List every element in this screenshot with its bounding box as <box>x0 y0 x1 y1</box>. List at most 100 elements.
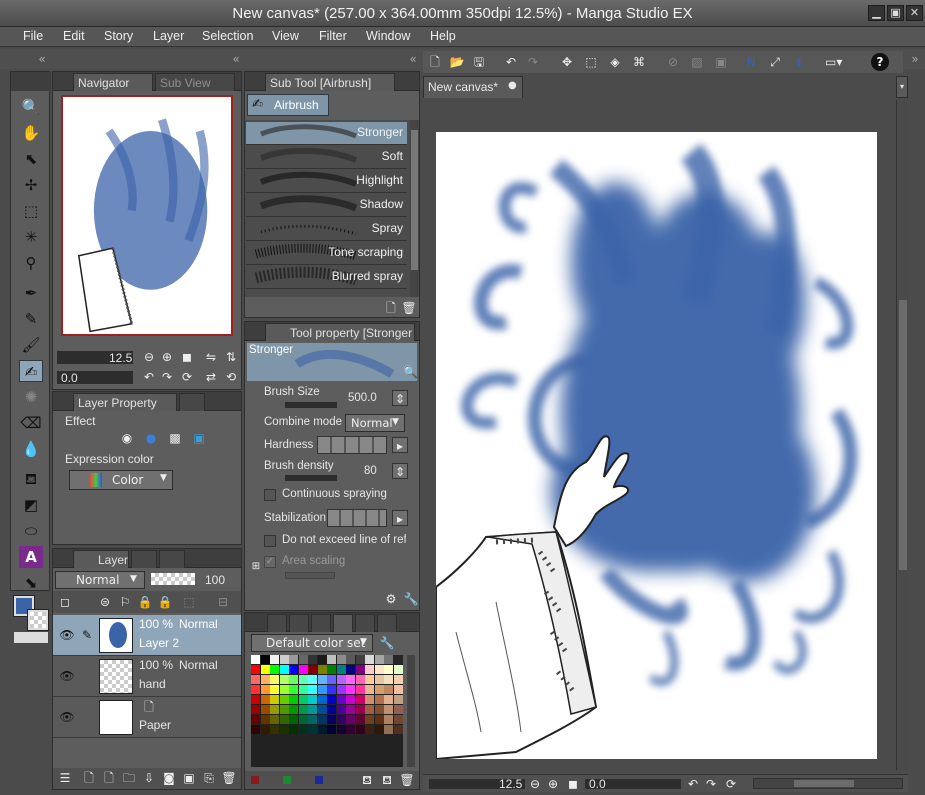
color-swatch[interactable] <box>365 695 374 704</box>
clip-icon[interactable]: ⊜ <box>97 594 113 610</box>
color-swatch[interactable] <box>317 705 327 714</box>
color-swatch[interactable] <box>346 675 355 684</box>
menu-layer[interactable]: Layer <box>153 27 184 46</box>
color-swatch[interactable] <box>374 665 384 674</box>
color-swatch[interactable] <box>279 715 289 724</box>
color-swatch[interactable] <box>327 695 336 704</box>
border-effect-icon[interactable]: ◉ <box>119 430 135 446</box>
color-swatch[interactable] <box>270 665 279 674</box>
expand-plus-icon[interactable]: ⊞ <box>248 559 264 575</box>
tool-settings-icon[interactable]: ⚙ <box>383 591 399 607</box>
sub-color-swatch[interactable] <box>27 609 49 631</box>
tab-animation[interactable] <box>131 550 157 568</box>
status-fit-icon[interactable]: ◼ <box>565 776 581 792</box>
tab-color-history[interactable] <box>377 614 397 632</box>
color-swatch[interactable] <box>251 665 260 674</box>
color-swatch[interactable] <box>336 705 346 714</box>
color-swatch[interactable] <box>251 715 260 724</box>
add-color-icon[interactable]: ⛾ <box>379 772 395 788</box>
status-zoom-in-icon[interactable]: ⊕ <box>545 776 561 792</box>
color-swatch[interactable] <box>308 665 317 674</box>
color-swatch[interactable] <box>279 655 289 664</box>
layer-copy-icon[interactable]: ⎘ <box>201 770 217 786</box>
figure-tool-icon[interactable]: ⬭ <box>19 520 43 542</box>
brush-item-shadow[interactable]: Shadow <box>246 194 407 217</box>
operation-tool-icon[interactable]: ⬉ <box>19 148 43 170</box>
tone-icon[interactable]: ▩ <box>167 430 183 446</box>
color-swatch[interactable] <box>393 675 403 684</box>
color-swatch[interactable] <box>393 715 403 724</box>
collapse-left-icon[interactable]: « <box>34 51 50 67</box>
color-swatch[interactable] <box>384 705 393 714</box>
color-swatch[interactable] <box>270 695 279 704</box>
color-swatch[interactable] <box>317 675 327 684</box>
collapse-subtool-icon[interactable]: « <box>405 51 421 67</box>
close-button[interactable]: ✕ <box>906 5 923 21</box>
color-swatch[interactable] <box>308 655 317 664</box>
copy-subtool-icon[interactable]: 🗋 <box>383 300 399 316</box>
brush-item-blurred-spray[interactable]: Blurred spray <box>246 266 407 289</box>
color-swatch[interactable] <box>270 675 279 684</box>
redo-icon[interactable]: ↷ <box>525 54 541 70</box>
auto-select-tool-icon[interactable]: ✳ <box>19 226 43 248</box>
layer-row-paper[interactable]: 👁 🗋 Paper <box>53 697 241 738</box>
status-zoom-out-icon[interactable]: ⊖ <box>527 776 543 792</box>
maximize-button[interactable]: ▣ <box>887 5 904 21</box>
color-swatch[interactable] <box>327 725 336 734</box>
color-swatch[interactable] <box>355 725 365 734</box>
color-swatch[interactable] <box>346 665 355 674</box>
merge-down-icon[interactable]: ⇩ <box>141 770 157 786</box>
nav-zoom-in-icon[interactable]: ⊕ <box>159 349 175 365</box>
layer-row-hand[interactable]: 👁 100 % Normal hand <box>53 656 241 697</box>
canvas-vertical-scrollbar[interactable] <box>896 100 908 770</box>
undo-icon[interactable]: ↶ <box>503 54 519 70</box>
stabilization-selector[interactable] <box>327 509 387 527</box>
color-swatch[interactable] <box>365 655 374 664</box>
color-swatch[interactable] <box>298 705 308 714</box>
color-swatch-grid[interactable] <box>251 655 403 767</box>
color-swatch[interactable] <box>308 725 317 734</box>
opacity-slider[interactable] <box>151 573 195 585</box>
lock-icon[interactable]: 🔒 <box>137 594 153 610</box>
tab-tool-property[interactable]: Tool property [Stronger <box>265 323 415 341</box>
brush-size-adjust-icon[interactable]: ⇕ <box>392 390 408 406</box>
color-swatch[interactable] <box>365 665 374 674</box>
color-swatch[interactable] <box>327 675 336 684</box>
blend-tool-icon[interactable]: 💧 <box>19 438 43 460</box>
tab-approximate[interactable] <box>355 614 375 632</box>
preset-search-icon[interactable]: 🔍 <box>403 365 418 379</box>
brush-item-spray[interactable]: Spray <box>246 218 407 241</box>
color-swatch[interactable] <box>317 715 327 724</box>
brush-list-scrollbar[interactable] <box>410 120 419 297</box>
replace-color-icon[interactable]: ⛾ <box>359 772 375 788</box>
color-swatch[interactable] <box>336 675 346 684</box>
canvas-horizontal-scroll-thumb[interactable] <box>794 780 854 787</box>
color-swatch[interactable] <box>327 705 336 714</box>
color-swatch[interactable] <box>317 725 327 734</box>
color-swatch[interactable] <box>336 695 346 704</box>
color-mark-red-icon[interactable] <box>251 776 259 784</box>
gradient-tool-icon[interactable]: ◩ <box>19 494 43 516</box>
move-layer-tool-icon[interactable]: ✢ <box>19 174 43 196</box>
color-swatch[interactable] <box>355 705 365 714</box>
status-rotate-left-icon[interactable]: ↶ <box>685 776 701 792</box>
color-swatch[interactable] <box>317 695 327 704</box>
save-icon[interactable]: 🖫 <box>471 54 487 70</box>
color-swatch[interactable] <box>308 685 317 694</box>
color-swatch[interactable] <box>327 685 336 694</box>
color-swatch[interactable] <box>346 725 355 734</box>
color-swatch[interactable] <box>384 725 393 734</box>
collapse-nav-icon[interactable]: « <box>228 51 244 67</box>
tool-wrench-icon[interactable]: 🔧 <box>403 591 419 607</box>
brush-density-adjust-icon[interactable]: ⇕ <box>392 463 408 479</box>
brush-size-slider[interactable] <box>285 402 337 408</box>
brush-tool-icon[interactable]: 🖌 <box>19 334 43 356</box>
brush-item-soft[interactable]: Soft <box>246 146 407 169</box>
visibility-eye-icon[interactable]: 👁 <box>59 668 75 684</box>
color-swatch[interactable] <box>374 705 384 714</box>
color-swatch[interactable] <box>251 725 260 734</box>
transparent-color-swatch[interactable] <box>14 632 48 643</box>
new-folder-icon[interactable]: 🗀 <box>121 770 137 786</box>
color-swatch[interactable] <box>346 695 355 704</box>
delete-subtool-icon[interactable]: 🗑 <box>401 300 417 316</box>
